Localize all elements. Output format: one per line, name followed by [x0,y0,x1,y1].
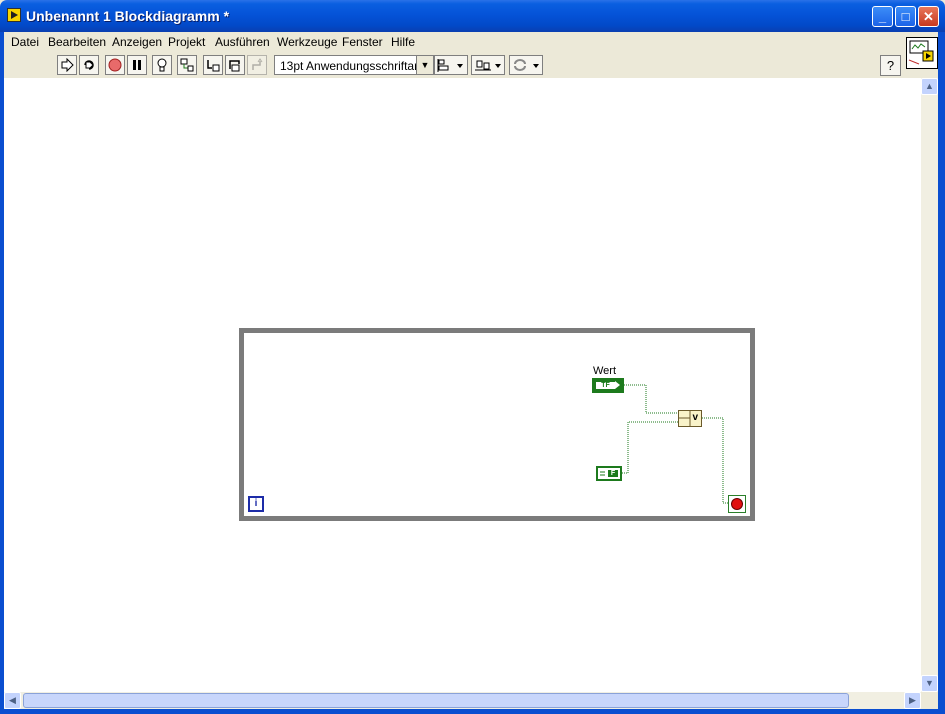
false-glyph: F [608,470,618,477]
scroll-down-button[interactable]: ▼ [921,675,938,692]
window-frame-bottom [0,709,945,714]
wire-const-to-or[interactable] [622,421,678,474]
or-function[interactable]: v [678,410,702,427]
stop-condition-terminal[interactable] [728,495,746,513]
window-frame-left [0,32,4,714]
wert-label[interactable]: Wert [593,365,616,377]
scroll-up-button[interactable]: ▲ [921,78,938,95]
window-frame-right [938,32,945,714]
wire-or-to-stop[interactable] [702,417,728,504]
scrollbar-corner [921,692,938,709]
scroll-left-button[interactable]: ◀ [4,692,21,709]
wire-wert-to-or[interactable] [624,384,678,414]
horizontal-scrollbar[interactable]: ◀ ▶ [4,692,921,709]
horizontal-scroll-thumb[interactable] [23,693,849,708]
false-constant[interactable]: F [596,466,622,481]
iteration-terminal[interactable]: i [248,496,264,512]
scroll-right-button[interactable]: ▶ [904,692,921,709]
wert-boolean-control[interactable]: TF [592,378,624,393]
vertical-scrollbar[interactable]: ▲ ▼ [921,78,938,692]
labview-window: Unbenannt 1 Blockdiagramm * _ □ ✕ Datei … [0,0,945,714]
or-symbol: v [692,412,698,423]
wire-layer [622,384,728,504]
tf-glyph: TF [596,382,615,389]
